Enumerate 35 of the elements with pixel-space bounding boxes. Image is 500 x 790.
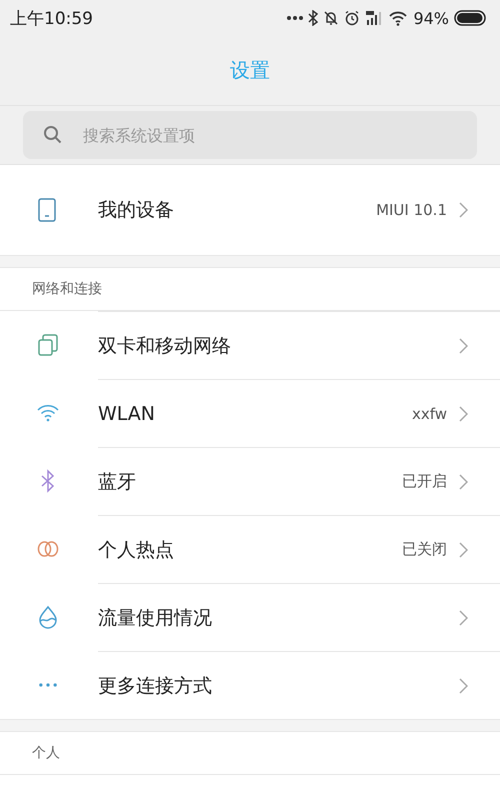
row-label: 更多连接方式 (98, 674, 213, 698)
muted-bell-icon (323, 10, 340, 26)
status-time: 上午10:59 (10, 8, 93, 30)
more-icon (39, 683, 57, 687)
row-value: xxfw (412, 404, 447, 422)
dots-icon (287, 15, 304, 21)
row-label: 流量使用情况 (98, 606, 213, 630)
row-label: 我的设备 (98, 198, 175, 223)
signal-icon (365, 10, 384, 26)
chevron-icon (459, 610, 468, 626)
wifi-icon (388, 10, 408, 26)
row-label: WLAN (98, 402, 156, 424)
battery-icon (454, 10, 486, 26)
page-title: 设置 (230, 57, 270, 84)
chevron-icon (459, 202, 468, 218)
row-value: MIUI 10.1 (376, 201, 447, 219)
sim-cards-icon (36, 333, 60, 357)
phone-icon (38, 198, 56, 222)
row-value: 已开启 (402, 472, 447, 491)
section-header: 网络和连接 (32, 280, 102, 298)
chevron-icon (459, 338, 468, 354)
battery-percent: 94% (413, 8, 449, 28)
alarm-icon (344, 10, 360, 26)
bluetooth-icon (308, 10, 318, 26)
search-bar[interactable]: 搜索系统设置项 (23, 111, 477, 159)
row-label: 蓝牙 (98, 470, 137, 494)
chevron-icon (459, 542, 468, 558)
chevron-icon (459, 406, 468, 422)
section-header: 个人 (32, 744, 60, 762)
search-icon (43, 125, 63, 145)
chevron-icon (459, 678, 468, 694)
row-label: 双卡和移动网络 (98, 334, 232, 358)
chevron-icon (459, 474, 468, 490)
row-value: 已关闭 (402, 540, 447, 559)
row-label: 个人热点 (98, 538, 175, 562)
